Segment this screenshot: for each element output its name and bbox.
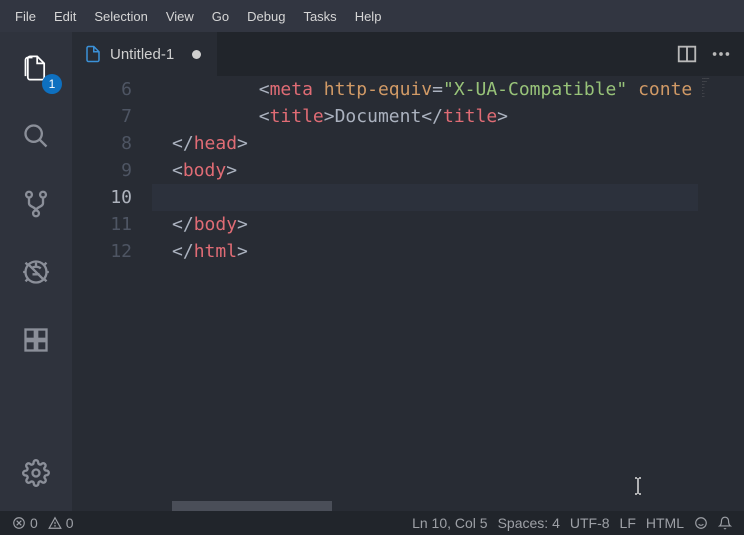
line-number: 12 xyxy=(72,238,132,265)
error-count: 0 xyxy=(30,515,38,531)
menu-tasks[interactable]: Tasks xyxy=(294,5,345,28)
status-bar: 0 0 Ln 10, Col 5 Spaces: 4 UTF-8 LF HTML xyxy=(0,511,744,535)
menu-selection[interactable]: Selection xyxy=(85,5,156,28)
code-line[interactable]: <meta http-equiv="X-UA-Compatible" conte xyxy=(172,76,744,103)
code-line[interactable]: </head> xyxy=(172,130,744,157)
menu-bar: FileEditSelectionViewGoDebugTasksHelp xyxy=(0,0,744,32)
status-errors[interactable]: 0 xyxy=(12,515,38,531)
menu-go[interactable]: Go xyxy=(203,5,238,28)
more-actions-icon[interactable] xyxy=(710,43,732,65)
notifications-icon[interactable] xyxy=(718,516,732,530)
search-icon[interactable] xyxy=(12,112,60,160)
line-number-gutter: 6789101112 xyxy=(72,76,152,511)
menu-file[interactable]: File xyxy=(6,5,45,28)
settings-icon[interactable] xyxy=(12,449,60,497)
tab-untitled-1[interactable]: Untitled-1 xyxy=(72,32,217,76)
menu-debug[interactable]: Debug xyxy=(238,5,294,28)
code-content[interactable]: <meta http-equiv="X-UA-Compatible" conte… xyxy=(152,76,744,511)
status-eol[interactable]: LF xyxy=(620,515,636,531)
minimap-content: ▬▬▬▬▬▬▬▬▬▬▬▬▬▬▬▬▬▬▬ xyxy=(700,76,744,101)
main: 1 Untitled-1 xyxy=(0,32,744,511)
warning-count: 0 xyxy=(66,515,74,531)
menu-view[interactable]: View xyxy=(157,5,203,28)
code-line[interactable]: </body> xyxy=(172,211,744,238)
source-control-icon[interactable] xyxy=(12,180,60,228)
editor-area: Untitled-1 6789101112 <meta http-equiv="… xyxy=(72,32,744,511)
status-language[interactable]: HTML xyxy=(646,515,684,531)
code-line[interactable]: </html> xyxy=(172,238,744,265)
status-warnings[interactable]: 0 xyxy=(48,515,74,531)
line-number: 7 xyxy=(72,103,132,130)
warning-icon xyxy=(48,516,62,530)
line-number: 9 xyxy=(72,157,132,184)
explorer-icon[interactable]: 1 xyxy=(12,44,60,92)
tab-label: Untitled-1 xyxy=(110,46,174,63)
line-number: 8 xyxy=(72,130,132,157)
file-icon xyxy=(84,45,102,63)
error-icon xyxy=(12,516,26,530)
line-number: 11 xyxy=(72,211,132,238)
menu-help[interactable]: Help xyxy=(346,5,391,28)
explorer-badge: 1 xyxy=(42,74,62,94)
editor[interactable]: 6789101112 <meta http-equiv="X-UA-Compat… xyxy=(72,76,744,511)
status-indentation[interactable]: Spaces: 4 xyxy=(498,515,560,531)
status-encoding[interactable]: UTF-8 xyxy=(570,515,610,531)
status-cursor-position[interactable]: Ln 10, Col 5 xyxy=(412,515,488,531)
tab-bar: Untitled-1 xyxy=(72,32,744,76)
extensions-icon[interactable] xyxy=(12,316,60,364)
code-line[interactable] xyxy=(172,184,744,211)
menu-edit[interactable]: Edit xyxy=(45,5,85,28)
code-line[interactable]: <body> xyxy=(172,157,744,184)
debug-icon[interactable] xyxy=(12,248,60,296)
activity-bar: 1 xyxy=(0,32,72,511)
minimap[interactable]: ▬▬▬▬▬▬▬▬▬▬▬▬▬▬▬▬▬▬▬ xyxy=(700,76,744,511)
dirty-indicator-icon xyxy=(192,50,201,59)
line-number: 10 xyxy=(72,184,132,211)
horizontal-scrollbar[interactable] xyxy=(172,501,332,511)
feedback-icon[interactable] xyxy=(694,516,708,530)
code-line[interactable]: <title>Document</title> xyxy=(172,103,744,130)
line-number: 6 xyxy=(72,76,132,103)
split-editor-icon[interactable] xyxy=(676,43,698,65)
